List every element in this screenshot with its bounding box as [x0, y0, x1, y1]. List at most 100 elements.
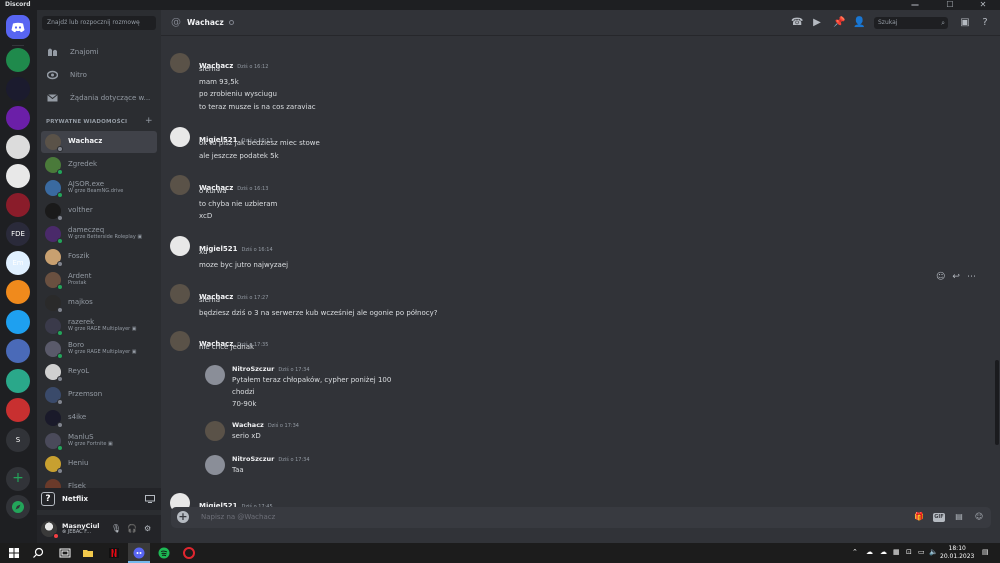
dm-name: Foszik	[68, 252, 90, 261]
user-avatar[interactable]	[41, 521, 59, 539]
dm-item[interactable]: ReyoL	[41, 361, 157, 383]
dm-item[interactable]: volther	[41, 200, 157, 222]
dm-item[interactable]: Wachacz	[41, 131, 157, 153]
server-9[interactable]	[6, 280, 30, 304]
microphone-icon[interactable]: 🎙	[111, 524, 121, 533]
dm-item[interactable]: majkos	[41, 292, 157, 314]
battery-icon[interactable]: ▭	[918, 548, 925, 556]
server-7[interactable]: FDE	[6, 222, 30, 246]
file-explorer-icon[interactable]	[82, 547, 94, 559]
video-call-icon[interactable]: ▶	[811, 17, 823, 29]
reply-icon[interactable]: ↩	[952, 272, 960, 282]
avatar[interactable]	[170, 175, 190, 195]
chat-search-input[interactable]: Szukaj ⌕	[874, 17, 948, 29]
dm-item[interactable]: Foszik	[41, 246, 157, 268]
nav-friends[interactable]: Znajomi	[41, 42, 157, 62]
server-6[interactable]	[6, 193, 30, 217]
add-friend-icon[interactable]: 👤	[853, 17, 865, 29]
headphones-icon[interactable]: 🎧	[127, 524, 137, 533]
taskbar-clock[interactable]: 18:10 20.01.2023	[940, 545, 974, 561]
more-options-icon[interactable]: ⋯	[967, 272, 976, 282]
spotify-icon[interactable]	[158, 547, 170, 559]
avatar[interactable]	[170, 236, 190, 256]
search-icon[interactable]	[32, 547, 44, 559]
speaker-icon[interactable]: 🔈	[929, 548, 938, 556]
voice-call-icon[interactable]: ☎	[791, 17, 803, 29]
avatar[interactable]	[170, 127, 190, 147]
sticker-icon[interactable]: ▤	[953, 511, 965, 523]
screen-icon[interactable]	[145, 495, 155, 503]
settings-gear-icon[interactable]: ⚙	[144, 524, 151, 533]
upload-plus-button[interactable]: +	[177, 511, 189, 523]
create-dm-button[interactable]: +	[145, 116, 153, 126]
server-1[interactable]	[6, 48, 30, 72]
server-4[interactable]	[6, 135, 30, 159]
gift-icon[interactable]: 🎁	[913, 511, 925, 523]
pin-icon[interactable]: 📌	[833, 17, 845, 29]
discord-icon	[133, 547, 145, 559]
server-5[interactable]	[6, 164, 30, 188]
windows-start-icon[interactable]	[8, 547, 20, 559]
message-author[interactable]: Wachacz	[232, 421, 264, 429]
add-reaction-icon[interactable]: ☺	[936, 272, 945, 282]
nav-message-requests[interactable]: Żądania dotyczące w...	[41, 88, 157, 108]
server-2[interactable]	[6, 77, 30, 101]
dm-item[interactable]: Zgredek	[41, 154, 157, 176]
status-dot	[57, 422, 63, 428]
message-author[interactable]: NitroSzczur	[232, 365, 274, 373]
server-8[interactable]: Em Rem	[6, 251, 30, 275]
activity-panel[interactable]: ? Netflix	[37, 488, 161, 510]
add-server-button[interactable]: +	[6, 467, 30, 491]
home-button[interactable]	[6, 15, 30, 39]
chat-scrollbar[interactable]	[995, 360, 999, 445]
nav-nitro[interactable]: Nitro	[41, 65, 157, 85]
dm-item[interactable]: Ardent Prostak	[41, 269, 157, 291]
avatar[interactable]	[205, 455, 225, 475]
inbox-icon[interactable]: ▣	[959, 17, 971, 29]
onedrive-icon[interactable]: ☁	[866, 548, 873, 556]
notifications-icon[interactable]: ▤	[982, 548, 989, 556]
message-input[interactable]: Napisz na @Wachacz	[201, 507, 275, 528]
explore-servers-button[interactable]	[6, 495, 30, 519]
opera-icon[interactable]	[183, 547, 195, 559]
cloud-icon[interactable]: ☁	[880, 548, 887, 556]
status-dot	[57, 399, 63, 405]
avatar[interactable]	[170, 331, 190, 351]
dm-item[interactable]: AJSOR.exe W grze BeamNG.drive	[41, 177, 157, 199]
gif-button[interactable]: GIF	[933, 513, 945, 522]
server-11[interactable]	[6, 339, 30, 363]
netflix-icon[interactable]	[108, 547, 120, 559]
server-12[interactable]	[6, 369, 30, 393]
maximize-button[interactable]: ☐	[935, 0, 965, 10]
message-text: moze byc jutro najwyzaej	[199, 260, 289, 269]
find-conversation-search[interactable]: Znajdź lub rozpocznij rozmowę	[42, 16, 156, 30]
dm-item[interactable]: ManluS W grze Fortnite ▣	[41, 430, 157, 452]
discord-taskbar-button[interactable]	[128, 543, 150, 563]
server-10[interactable]	[6, 310, 30, 334]
tray-chevron-icon[interactable]: ⌃	[852, 548, 858, 556]
help-icon[interactable]: ?	[979, 17, 991, 29]
avatar[interactable]	[205, 365, 225, 385]
usb-icon[interactable]: ⊡	[906, 548, 912, 556]
minimize-button[interactable]: —	[900, 0, 930, 10]
dm-item[interactable]: s4ike	[41, 407, 157, 429]
server-13[interactable]	[6, 398, 30, 422]
dm-item[interactable]: Boro W grze RAGE Multiplayer ▣	[41, 338, 157, 360]
network-icon[interactable]: ▦	[893, 548, 900, 556]
server-3[interactable]	[6, 106, 30, 130]
dm-item[interactable]: Przemson	[41, 384, 157, 406]
task-view-icon[interactable]	[59, 547, 71, 559]
avatar	[45, 364, 63, 382]
dm-item[interactable]: razerek W grze RAGE Multiplayer ▣	[41, 315, 157, 337]
emoji-icon[interactable]: ☺	[973, 511, 985, 523]
message-author[interactable]: NitroSzczur	[232, 455, 274, 463]
status-dot	[57, 376, 63, 382]
app-name: Discord	[5, 1, 31, 8]
server-14[interactable]: S	[6, 428, 30, 452]
avatar[interactable]	[170, 284, 190, 304]
close-button[interactable]: ✕	[968, 0, 998, 10]
avatar[interactable]	[170, 53, 190, 73]
dm-item[interactable]: Heniu	[41, 453, 157, 475]
dm-item[interactable]: dameczeq W grze Betterside Roleplay ▣	[41, 223, 157, 245]
avatar[interactable]	[205, 421, 225, 441]
